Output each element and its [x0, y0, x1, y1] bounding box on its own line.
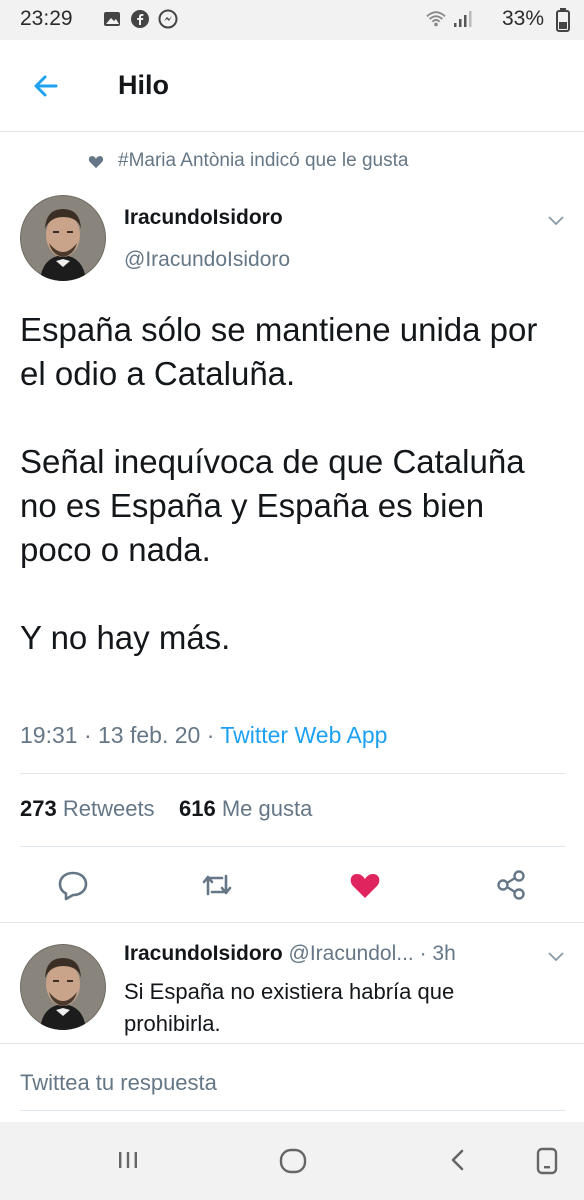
- tweet-meta: 19:31 · 13 feb. 20 · Twitter Web App: [20, 722, 388, 748]
- tweet-paragraph: Y no hay más.: [20, 619, 231, 656]
- tweet-source-link[interactable]: Twitter Web App: [220, 722, 387, 748]
- back-icon[interactable]: [444, 1146, 472, 1174]
- home-icon[interactable]: [278, 1146, 308, 1176]
- thread-header: Hilo: [0, 40, 584, 132]
- retweets-stat[interactable]: 273 Retweets: [20, 796, 155, 821]
- tweet-paragraph: Señal inequívoca de que Cataluña no es E…: [20, 443, 525, 568]
- reply-display-name: IracundoIsidoro: [124, 942, 283, 965]
- tweet-stats: 273 Retweets 616 Me gusta: [20, 796, 312, 822]
- status-time: 23:29: [20, 7, 73, 30]
- likes-label: Me gusta: [221, 796, 313, 821]
- avatar-portrait: [20, 944, 106, 1030]
- likes-stat[interactable]: 616 Me gusta: [179, 796, 312, 821]
- page-title: Hilo: [118, 70, 169, 100]
- system-nav-bar: [0, 1122, 584, 1200]
- like-icon[interactable]: [348, 868, 382, 902]
- share-icon[interactable]: [494, 868, 528, 902]
- liked-by-row[interactable]: #Maria Antònia indicó que le gusta: [88, 150, 408, 172]
- chevron-down-icon[interactable]: [548, 216, 564, 226]
- image-icon: [104, 12, 120, 26]
- divider: [20, 846, 565, 847]
- chevron-down-icon[interactable]: [548, 952, 564, 962]
- battery-icon: [556, 8, 570, 32]
- user-display-name[interactable]: IracundoIsidoro: [124, 206, 283, 230]
- divider: [0, 922, 584, 923]
- retweet-icon[interactable]: [200, 868, 234, 902]
- retweets-label: Retweets: [62, 796, 155, 821]
- tweet-date: 13 feb. 20: [98, 722, 201, 748]
- divider: [20, 1110, 565, 1111]
- tweet-time: 19:31: [20, 722, 78, 748]
- battery-percent: 33%: [501, 7, 544, 30]
- reply-handle: @Iracundol...: [288, 942, 414, 965]
- divider: [0, 1043, 584, 1044]
- reply-avatar[interactable]: [20, 944, 106, 1030]
- likes-count: 616: [179, 796, 216, 821]
- reply-text: Si España no existiera habría que prohib…: [124, 979, 455, 1036]
- status-bar: 23:29 33%: [0, 0, 584, 40]
- messenger-icon: [158, 9, 178, 29]
- reply-compose-input[interactable]: Twittea tu respuesta: [20, 1070, 217, 1096]
- back-arrow-icon[interactable]: [30, 70, 62, 102]
- recent-apps-icon[interactable]: [114, 1146, 142, 1174]
- divider: [20, 773, 565, 774]
- facebook-icon: [131, 10, 149, 28]
- connectivity-icons: [426, 9, 472, 29]
- assistant-icon[interactable]: [533, 1146, 561, 1176]
- signal-icon: [454, 11, 472, 27]
- tweet-text: España sólo se mantiene unida por el odi…: [20, 308, 560, 660]
- reply-age: · 3h: [419, 942, 456, 965]
- retweets-count: 273: [20, 796, 57, 821]
- tweet-paragraph: España sólo se mantiene unida por el odi…: [20, 311, 538, 392]
- heart-icon: [88, 155, 104, 168]
- user-handle[interactable]: @IracundoIsidoro: [124, 248, 290, 272]
- reply-header[interactable]: IracundoIsidoro @Iracundol... · 3h: [124, 942, 456, 966]
- liked-by-text: #Maria Antònia indicó que le gusta: [118, 150, 409, 171]
- avatar-portrait: [20, 195, 106, 281]
- wifi-icon: [426, 11, 446, 27]
- tweet-actions: [0, 860, 584, 910]
- notification-icons: [102, 9, 178, 29]
- reply-icon[interactable]: [56, 868, 90, 902]
- avatar[interactable]: [20, 195, 106, 281]
